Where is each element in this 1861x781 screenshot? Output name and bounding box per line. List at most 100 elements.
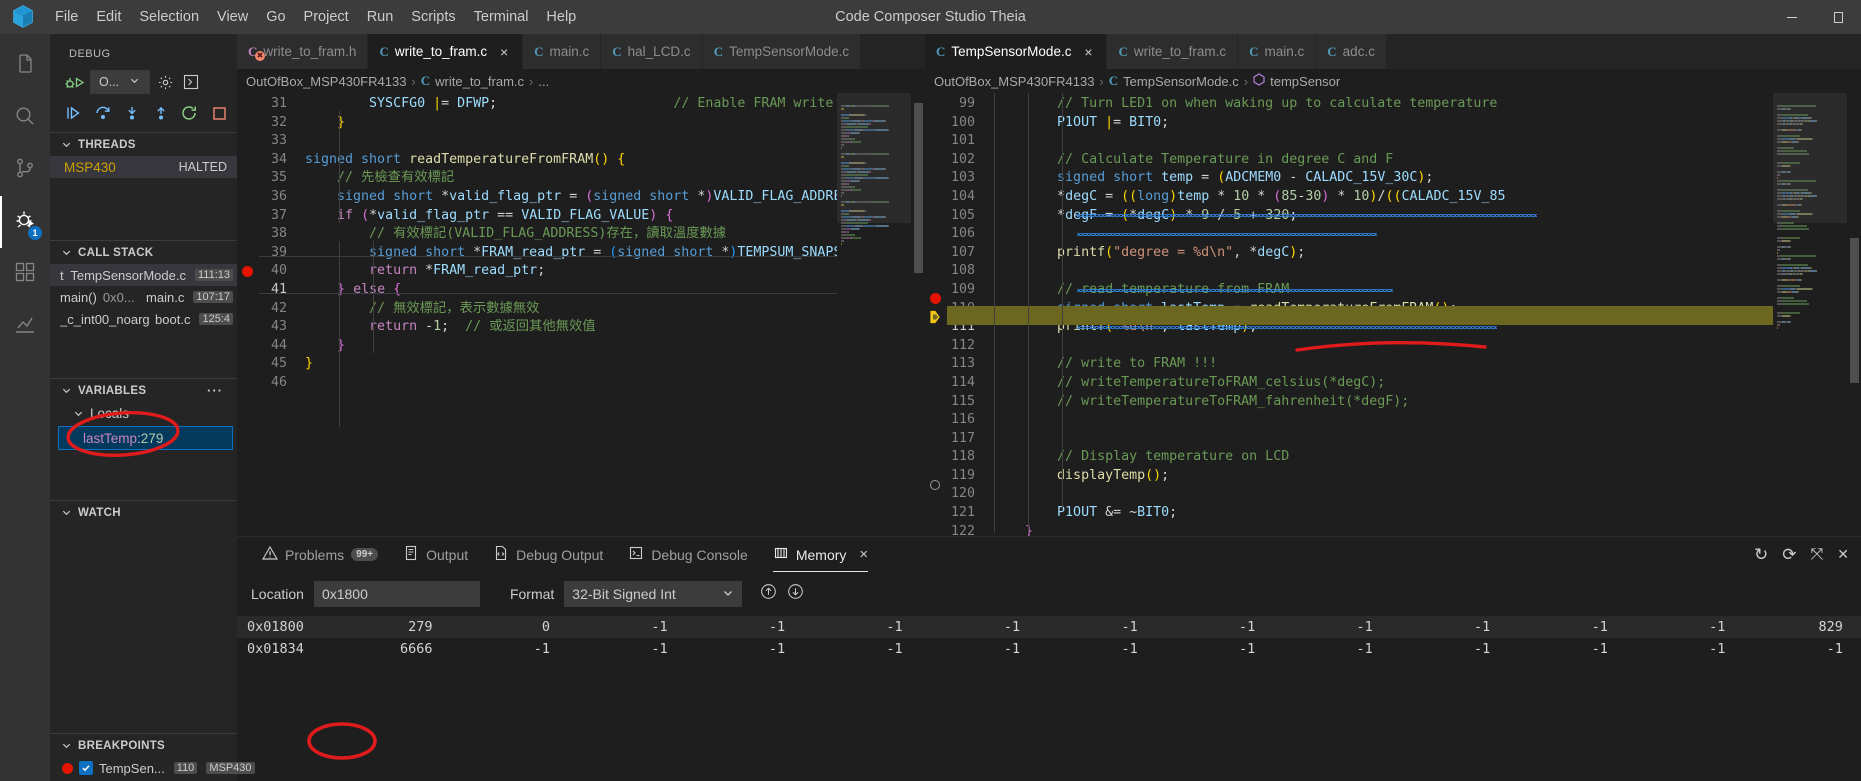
memory-value-cell[interactable]: -1	[1038, 619, 1156, 635]
memory-value-cell[interactable]: -1	[451, 641, 569, 657]
code-editor-right[interactable]: 9910010110210310410510610710810911011111…	[925, 93, 1861, 536]
tab-write_to_fram-h[interactable]: C ✖ write_to_fram.h	[237, 34, 369, 69]
memory-value-cell[interactable]: -1	[921, 619, 1039, 635]
variable-row-lastTemp[interactable]: lastTemp : 279	[58, 426, 233, 450]
memory-value-cell[interactable]: -1	[686, 641, 804, 657]
tab-TempSensorMode-c[interactable]: C TempSensorMode.c	[702, 34, 862, 69]
memory-table[interactable]: 0x01800 279 0 -1 -1 -1 -1 -1 -1 -1 -1 -1 -1 829 0x0183…	[237, 616, 1861, 781]
panel-tab-memory[interactable]: Memory ×	[762, 537, 879, 572]
memory-value-cell[interactable]: -1	[803, 619, 921, 635]
activity-bar[interactable]: 1	[0, 34, 50, 781]
activity-analytics[interactable]	[0, 300, 50, 352]
watch-header[interactable]: WATCH	[50, 501, 237, 524]
menu-help[interactable]: Help	[537, 5, 585, 29]
panel-tab-bar[interactable]: Problems 99+ Output Debug Output Debug C…	[237, 537, 1861, 572]
call-stack-header[interactable]: CALL STACK	[50, 241, 237, 264]
activity-run-and-debug[interactable]: 1	[0, 196, 50, 248]
panel-tab-debug-console[interactable]: Debug Console	[617, 537, 759, 572]
tab-main-c-right[interactable]: C main.c	[1238, 34, 1317, 69]
activity-extensions[interactable]	[0, 248, 50, 300]
menu-file[interactable]: File	[46, 5, 87, 29]
refresh-icon[interactable]: ↻	[1754, 545, 1768, 565]
continue-icon[interactable]	[64, 102, 83, 124]
open-debug-console-icon[interactable]	[180, 71, 202, 93]
stop-icon[interactable]	[210, 102, 229, 124]
tab-hal_LCD-c[interactable]: C hal_LCD.c	[601, 34, 703, 69]
threads-header[interactable]: THREADS	[50, 133, 237, 156]
editor-tabs-right[interactable]: C TempSensorMode.c × C write_to_fram.c C…	[925, 34, 1861, 69]
window-controls[interactable]	[1769, 0, 1861, 34]
disabled-breakpoint-marker[interactable]	[930, 480, 940, 490]
close-icon[interactable]: ×	[1081, 44, 1095, 60]
memory-value-cell[interactable]: -1	[568, 641, 686, 657]
memory-value-cell[interactable]: -1	[1508, 619, 1626, 635]
menu-terminal[interactable]: Terminal	[465, 5, 538, 29]
memory-value-cell[interactable]: -1	[1626, 619, 1744, 635]
vertical-scrollbar-left[interactable]	[911, 93, 925, 536]
maximize-panel-icon[interactable]: ⤧	[1810, 546, 1823, 564]
close-panel-icon[interactable]: ✕	[1837, 546, 1849, 563]
call-stack-row[interactable]: t... TempSensorMode.c 111:13	[50, 264, 237, 286]
variables-more-actions[interactable]: ···	[207, 383, 229, 398]
debug-start-icon[interactable]	[64, 71, 86, 93]
memory-value-cell[interactable]: -1	[1038, 641, 1156, 657]
memory-row[interactable]: 0x01800 279 0 -1 -1 -1 -1 -1 -1 -1 -1 -1 -1 829	[237, 616, 1861, 638]
gear-icon[interactable]	[154, 71, 176, 93]
sync-icon[interactable]: ⟳	[1782, 545, 1796, 565]
memory-value-cell[interactable]: 6666	[333, 641, 451, 657]
step-over-icon[interactable]	[93, 102, 112, 124]
menu-view[interactable]: View	[208, 5, 257, 29]
menu-project[interactable]: Project	[295, 5, 358, 29]
vertical-scrollbar-right[interactable]	[1847, 93, 1861, 536]
breadcrumb-symbol[interactable]: ...	[538, 74, 549, 89]
activity-explorer[interactable]	[0, 40, 50, 92]
call-stack-row[interactable]: _c_int00_noarg... boot.c 125:4	[50, 308, 237, 330]
memory-value-cell[interactable]: -1	[686, 619, 804, 635]
memory-value-cell[interactable]: -1	[1743, 641, 1861, 657]
breadcrumb-left[interactable]: OutOfBox_MSP430FR4133 › C write_to_fram.…	[237, 69, 925, 93]
breakpoint-gutter-right[interactable]	[925, 93, 947, 536]
tab-TempSensorMode-c-active[interactable]: C TempSensorMode.c ×	[925, 34, 1108, 69]
memory-toolbar[interactable]: Location Format 32-Bit Signed Int	[237, 572, 1861, 616]
minimap-right[interactable]	[1773, 93, 1847, 536]
arrow-up-circle-icon[interactable]	[760, 583, 777, 605]
tab-write_to_fram-c[interactable]: C write_to_fram.c ×	[368, 34, 524, 69]
maximize-restore-button[interactable]	[1815, 0, 1861, 34]
variables-scope-locals[interactable]: Locals	[50, 402, 237, 424]
breakpoint-gutter-left[interactable]	[237, 93, 259, 536]
breadcrumb-project[interactable]: OutOfBox_MSP430FR4133	[934, 74, 1094, 89]
tab-write_to_fram-c-right[interactable]: C write_to_fram.c	[1107, 34, 1239, 69]
debug-step-toolbar[interactable]	[50, 100, 237, 132]
memory-value-cell[interactable]: -1	[1273, 619, 1391, 635]
arrow-down-circle-icon[interactable]	[787, 583, 804, 605]
thread-row[interactable]: MSP430 HALTED	[50, 156, 237, 178]
memory-row[interactable]: 0x01834 6666 -1 -1 -1 -1 -1 -1 -1 -1 -1 -1 -1 -1	[237, 638, 1861, 660]
menu-selection[interactable]: Selection	[130, 5, 208, 29]
breakpoint-row[interactable]: TempSen... 110 MSP430	[50, 757, 255, 781]
memory-value-cell[interactable]: 0	[451, 619, 569, 635]
activity-source-control[interactable]	[0, 144, 50, 196]
menu-go[interactable]: Go	[257, 5, 294, 29]
memory-value-cell[interactable]: -1	[1391, 641, 1509, 657]
menu-run[interactable]: Run	[358, 5, 403, 29]
close-icon[interactable]: ×	[497, 44, 511, 60]
memory-value-cell[interactable]: -1	[921, 641, 1039, 657]
editor-tabs-left[interactable]: C ✖ write_to_fram.h C write_to_fram.c × …	[237, 34, 925, 69]
code-scroll-right[interactable]: 9910010110210310410510610710810911011111…	[947, 93, 1773, 536]
memory-value-cell[interactable]: -1	[1156, 619, 1274, 635]
breadcrumb-symbol[interactable]: tempSensor	[1270, 74, 1340, 89]
menu-bar[interactable]: File Edit Selection View Go Project Run …	[46, 5, 585, 29]
debug-toolbar[interactable]: O...	[50, 70, 237, 100]
panel-tab-problems[interactable]: Problems 99+	[251, 537, 389, 572]
minimap-left[interactable]	[837, 93, 911, 536]
memory-value-cell[interactable]: -1	[1508, 641, 1626, 657]
memory-value-cell[interactable]: -1	[1156, 641, 1274, 657]
panel-tab-debug-output[interactable]: Debug Output	[482, 537, 614, 572]
step-into-icon[interactable]	[122, 102, 141, 124]
memory-value-cell[interactable]: -1	[1391, 619, 1509, 635]
source-code-left[interactable]: SYSCFG0 |= DFWP; // Enable FRAM write pr…	[305, 95, 837, 393]
breakpoint-marker[interactable]	[930, 293, 941, 304]
breakpoints-header[interactable]: BREAKPOINTS	[50, 734, 237, 757]
close-icon[interactable]: ×	[859, 546, 868, 563]
breadcrumb-file[interactable]: TempSensorMode.c	[1123, 74, 1239, 89]
